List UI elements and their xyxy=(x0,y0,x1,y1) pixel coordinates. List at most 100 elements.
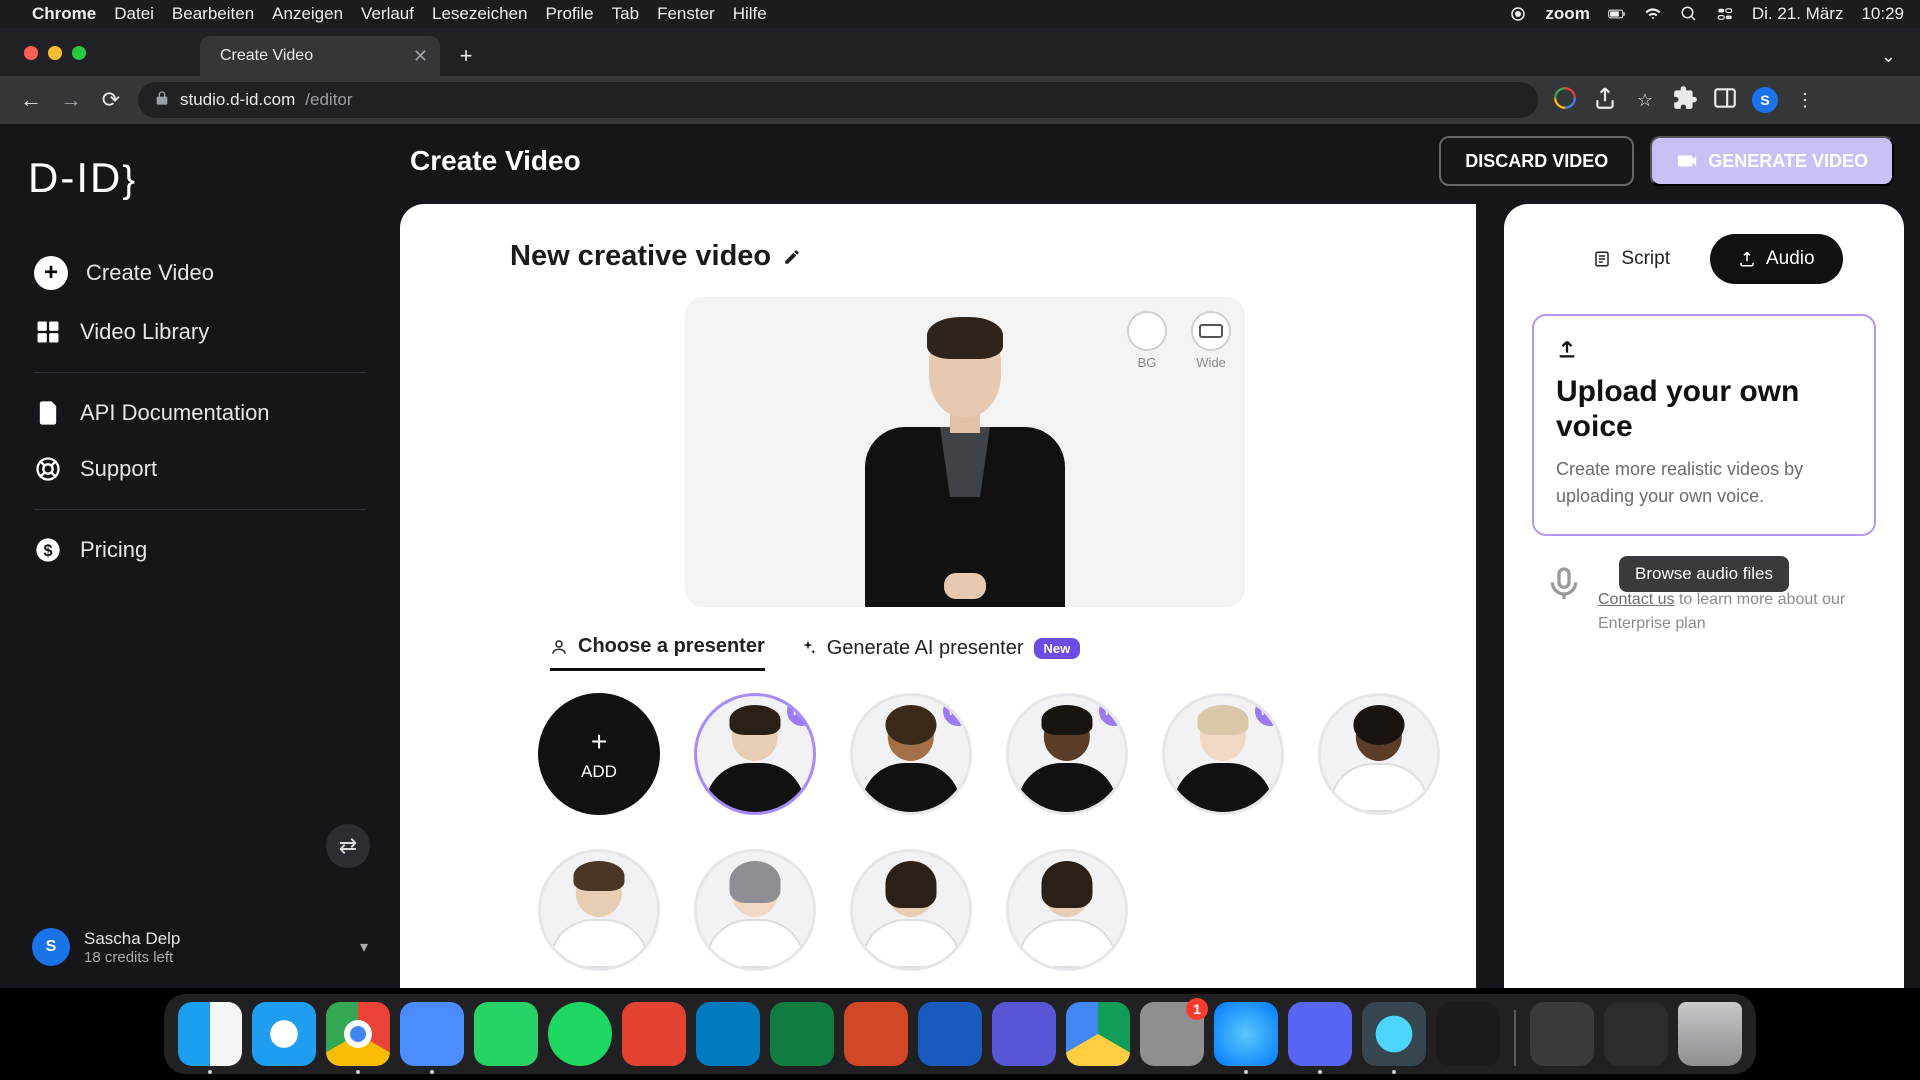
pencil-icon xyxy=(783,248,801,266)
presenter-option[interactable] xyxy=(694,849,816,971)
app-logo[interactable]: D-ID} xyxy=(28,154,400,202)
extensions-icon[interactable] xyxy=(1672,85,1698,116)
search-icon[interactable] xyxy=(1680,5,1698,23)
upload-arrow-icon xyxy=(1556,338,1852,365)
microphone-icon xyxy=(1544,564,1584,604)
menu-lesezeichen[interactable]: Lesezeichen xyxy=(432,4,527,24)
dock-zoom[interactable] xyxy=(400,1002,464,1066)
dock-powerpoint[interactable] xyxy=(844,1002,908,1066)
menubar-app[interactable]: Chrome xyxy=(32,4,96,24)
dock-mission-control[interactable] xyxy=(1604,1002,1668,1066)
dock-trash[interactable] xyxy=(1678,1002,1742,1066)
battery-icon[interactable] xyxy=(1608,5,1626,23)
sidebar-item-pricing[interactable]: $ Pricing xyxy=(16,522,384,578)
menu-profile[interactable]: Profile xyxy=(545,4,593,24)
dock-safari[interactable] xyxy=(252,1002,316,1066)
dock-app-blue[interactable] xyxy=(1214,1002,1278,1066)
dock-todoist[interactable] xyxy=(622,1002,686,1066)
video-title[interactable]: New creative video xyxy=(510,240,1440,273)
menu-verlauf[interactable]: Verlauf xyxy=(361,4,414,24)
sidebar-item-video-library[interactable]: Video Library xyxy=(16,304,384,360)
presenter-option[interactable] xyxy=(1318,693,1440,815)
zoom-app-label[interactable]: zoom xyxy=(1545,4,1589,24)
menubar-date[interactable]: Di. 21. März xyxy=(1752,4,1844,24)
new-badge: New xyxy=(1034,638,1081,659)
dock-finder[interactable] xyxy=(178,1002,242,1066)
add-presenter-button[interactable]: + ADD xyxy=(538,693,660,815)
tabs-dropdown-icon[interactable]: ⌄ xyxy=(1881,46,1896,67)
discard-video-button[interactable]: DISCARD VIDEO xyxy=(1439,136,1634,186)
dock-spotify[interactable] xyxy=(548,1002,612,1066)
profile-avatar[interactable]: S xyxy=(1752,87,1778,113)
tab-audio[interactable]: Audio xyxy=(1710,234,1843,284)
dock-quicktime[interactable] xyxy=(1362,1002,1426,1066)
dock-imovie[interactable] xyxy=(992,1002,1056,1066)
close-window-button[interactable] xyxy=(24,46,38,60)
dock-whatsapp[interactable] xyxy=(474,1002,538,1066)
url-bar[interactable]: studio.d-id.com/editor xyxy=(138,82,1538,118)
presenter-option[interactable]: HQ xyxy=(694,693,816,815)
tab-script[interactable]: Script xyxy=(1565,234,1698,284)
wide-toggle[interactable]: Wide xyxy=(1191,311,1231,370)
menu-bearbeiten[interactable]: Bearbeiten xyxy=(172,4,254,24)
upload-voice-card[interactable]: Upload your own voice Create more realis… xyxy=(1532,314,1876,536)
dock-calculator[interactable] xyxy=(1530,1002,1594,1066)
lock-icon xyxy=(154,90,170,111)
control-center-icon[interactable] xyxy=(1716,5,1734,23)
sidebar-item-api-docs[interactable]: API Documentation xyxy=(16,385,384,441)
wifi-icon[interactable] xyxy=(1644,5,1662,23)
presenter-option[interactable]: HQ xyxy=(1006,693,1128,815)
dock-word[interactable] xyxy=(918,1002,982,1066)
google-account-icon[interactable] xyxy=(1552,85,1578,116)
presenter-option[interactable] xyxy=(1006,849,1128,971)
record-icon[interactable] xyxy=(1509,5,1527,23)
back-button[interactable]: ← xyxy=(18,87,44,113)
presenter-option[interactable] xyxy=(538,849,660,971)
mac-menubar: Chrome Datei Bearbeiten Anzeigen Verlauf… xyxy=(0,0,1920,28)
new-tab-button[interactable]: + xyxy=(452,42,480,70)
tab-generate-ai-presenter[interactable]: Generate AI presenter New xyxy=(799,637,1081,670)
contact-us-link[interactable]: Contact us xyxy=(1598,591,1674,608)
forward-button[interactable]: → xyxy=(58,87,84,113)
right-panel: Script Audio Upload your own voice Creat… xyxy=(1504,204,1904,988)
plus-icon: + xyxy=(34,256,68,290)
presenter-option[interactable]: HQ xyxy=(850,693,972,815)
menu-tab[interactable]: Tab xyxy=(612,4,639,24)
sidebar-item-support[interactable]: Support xyxy=(16,441,384,497)
close-tab-icon[interactable]: ✕ xyxy=(413,46,428,67)
user-box[interactable]: S Sascha Delp 18 credits left ▾ xyxy=(18,918,382,976)
dollar-icon: $ xyxy=(34,536,62,564)
maximize-window-button[interactable] xyxy=(72,46,86,60)
browser-tab[interactable]: Create Video ✕ xyxy=(200,36,440,76)
menubar-time[interactable]: 10:29 xyxy=(1861,4,1904,24)
document-icon xyxy=(34,399,62,427)
reload-button[interactable]: ⟳ xyxy=(98,87,124,113)
generate-video-button[interactable]: GENERATE VIDEO xyxy=(1650,136,1894,186)
dock-trello[interactable] xyxy=(696,1002,760,1066)
sidepanel-icon[interactable] xyxy=(1712,85,1738,116)
sidebar-item-create-video[interactable]: + Create Video xyxy=(16,242,384,304)
menu-hilfe[interactable]: Hilfe xyxy=(733,4,767,24)
background-toggle[interactable]: BG xyxy=(1127,311,1167,370)
minimize-window-button[interactable] xyxy=(48,46,62,60)
hq-badge: HQ xyxy=(787,696,816,726)
menu-anzeigen[interactable]: Anzeigen xyxy=(272,4,343,24)
dock-settings[interactable]: 1 xyxy=(1140,1002,1204,1066)
dock-drive[interactable] xyxy=(1066,1002,1130,1066)
upload-icon xyxy=(1738,250,1756,268)
bookmark-star-icon[interactable]: ☆ xyxy=(1632,90,1658,111)
share-icon[interactable] xyxy=(1592,85,1618,116)
tab-choose-presenter[interactable]: Choose a presenter xyxy=(550,635,765,671)
kebab-menu-icon[interactable]: ⋮ xyxy=(1792,90,1818,111)
presenter-option[interactable] xyxy=(850,849,972,971)
hq-badge: HQ xyxy=(1255,696,1284,726)
menu-datei[interactable]: Datei xyxy=(114,4,154,24)
dock-audio-app[interactable] xyxy=(1436,1002,1500,1066)
dock-excel[interactable] xyxy=(770,1002,834,1066)
menu-fenster[interactable]: Fenster xyxy=(657,4,715,24)
collapse-sidebar-button[interactable]: ⇄ xyxy=(326,824,370,868)
camera-icon xyxy=(1676,150,1698,172)
presenter-option[interactable]: HQ xyxy=(1162,693,1284,815)
dock-chrome[interactable] xyxy=(326,1002,390,1066)
dock-discord[interactable] xyxy=(1288,1002,1352,1066)
